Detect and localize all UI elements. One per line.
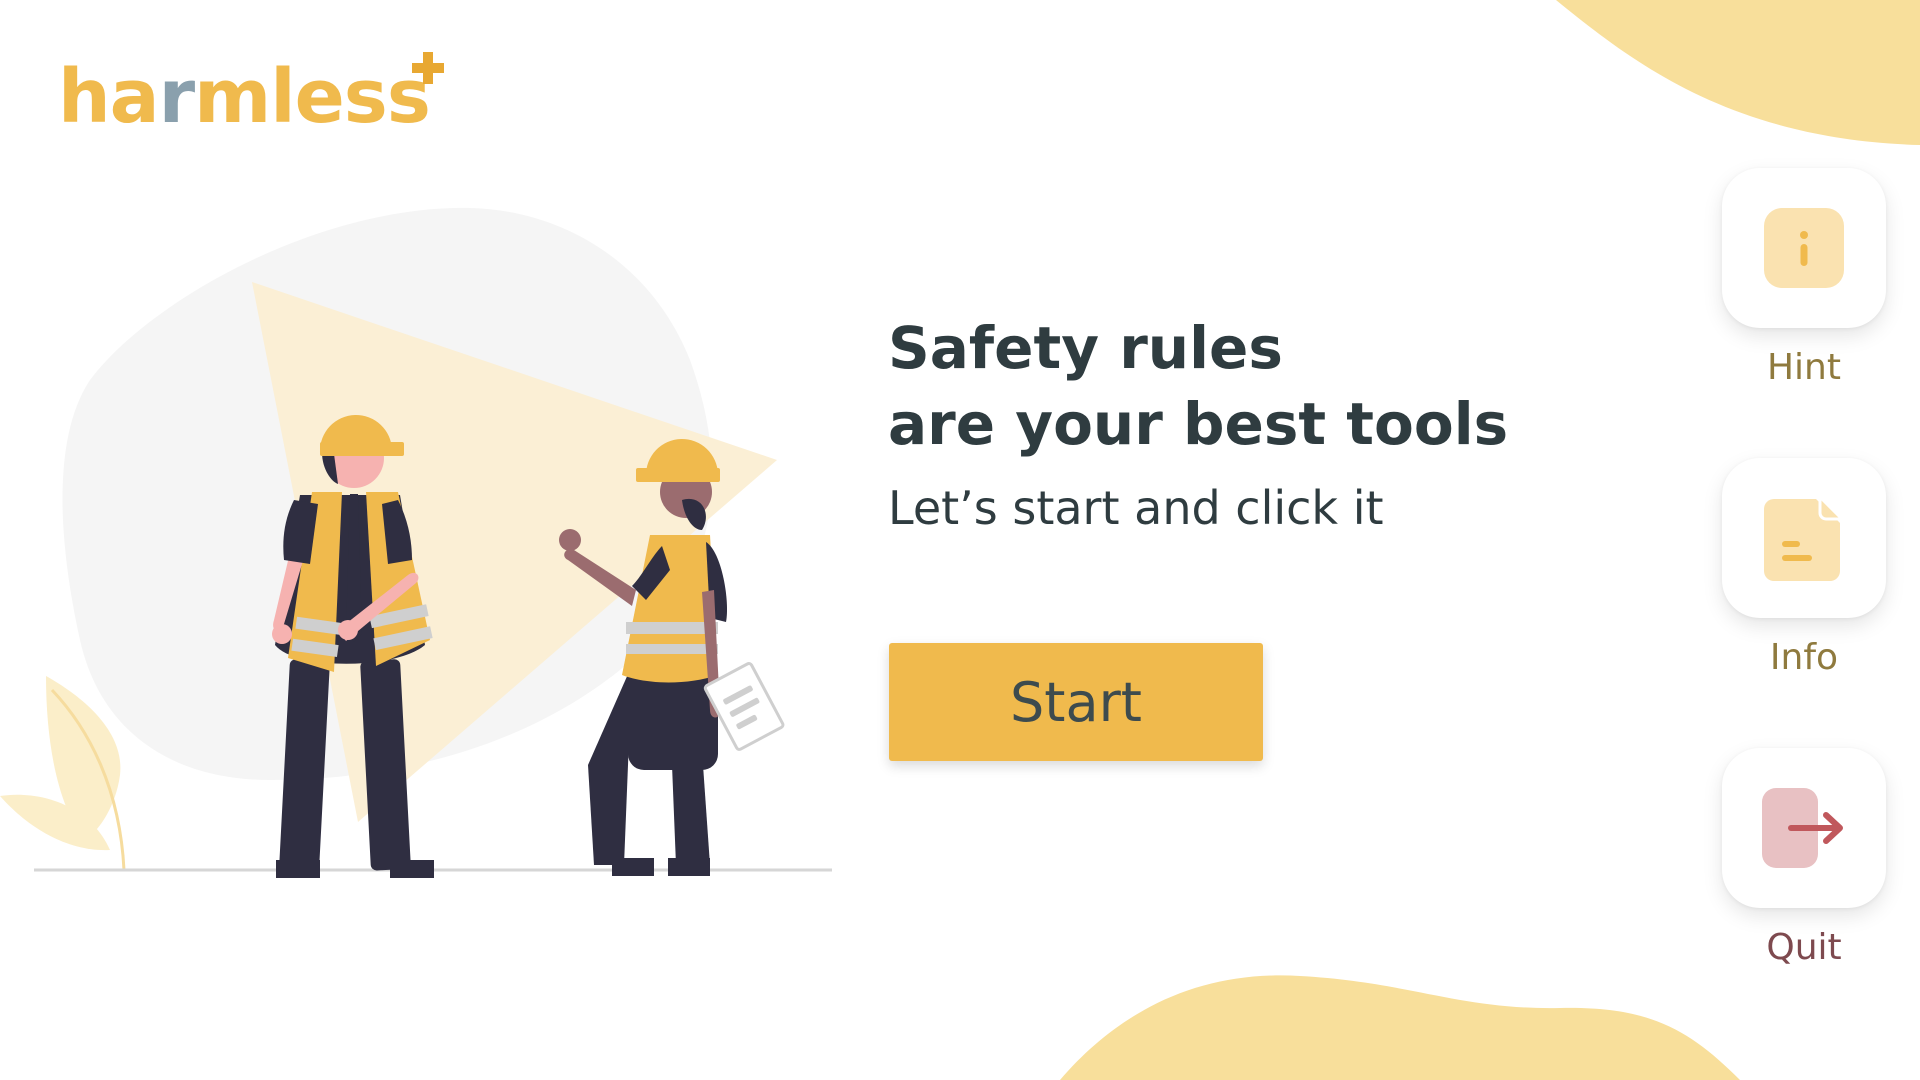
app-screen: harmless Safety rules are your best tool… bbox=[0, 0, 1920, 1080]
quit-button[interactable] bbox=[1722, 748, 1886, 908]
start-button-label: Start bbox=[1010, 670, 1142, 734]
workers-illustration bbox=[0, 207, 832, 878]
quit-label: Quit bbox=[1766, 927, 1842, 968]
decorative-blob-top bbox=[1556, 0, 1920, 145]
document-icon bbox=[1764, 493, 1844, 581]
decorative-blob-bottom bbox=[1060, 975, 1740, 1080]
info-icon bbox=[1764, 208, 1844, 288]
subtitle: Let’s start and click it bbox=[888, 481, 1384, 535]
logo-plus-icon bbox=[412, 52, 444, 84]
hint-label: Hint bbox=[1766, 347, 1841, 388]
logo: harmless bbox=[58, 52, 431, 142]
headline-line-2: are your best tools bbox=[888, 390, 1509, 458]
exit-icon bbox=[1762, 788, 1843, 868]
start-button[interactable]: Start bbox=[889, 643, 1263, 761]
logo-part-1: ha bbox=[58, 54, 160, 140]
headline: Safety rules are your best tools bbox=[888, 310, 1648, 462]
headline-line-1: Safety rules bbox=[888, 314, 1283, 382]
info-button[interactable] bbox=[1722, 458, 1886, 618]
logo-part-2: r bbox=[158, 54, 195, 140]
info-label: Info bbox=[1769, 637, 1839, 678]
hint-button[interactable] bbox=[1722, 168, 1886, 328]
logo-part-3: mless bbox=[194, 54, 431, 140]
